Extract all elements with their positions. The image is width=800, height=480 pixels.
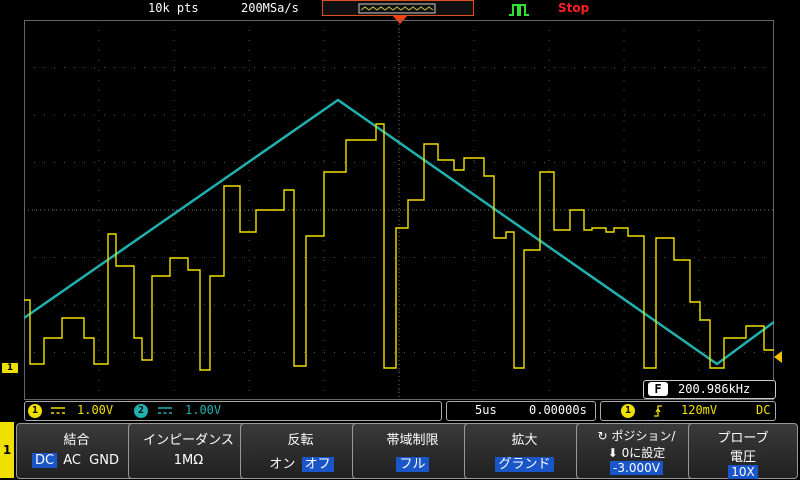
horizontal-position: 0.00000s xyxy=(529,403,587,417)
rotate-knob-icon: ↻ xyxy=(597,429,608,443)
coupling-title: 結合 xyxy=(63,433,90,448)
knob-press-icon: ⬇ xyxy=(607,446,618,460)
position-title: ポジション/ xyxy=(611,429,676,443)
timebase-status[interactable]: 5us 0.00000s xyxy=(446,401,596,421)
coupling-option-dc[interactable]: DC xyxy=(32,453,58,468)
ch1-offset-marker[interactable]: 1 xyxy=(2,363,18,373)
probe-button[interactable]: プローブ 電圧 10X xyxy=(688,423,798,479)
position-button[interactable]: ↻ ポジション/ ⬇ 0に設定 -3.000V xyxy=(576,423,697,479)
trigger-level-marker[interactable] xyxy=(774,351,782,363)
bandwidth-limit-button[interactable]: 帯域制限 フル xyxy=(352,423,473,479)
coupling-option-gnd[interactable]: GND xyxy=(87,453,121,468)
bandwidth-title: 帯域制限 xyxy=(386,433,439,448)
waveform-display[interactable] xyxy=(24,20,774,400)
invert-title: 反転 xyxy=(287,433,314,448)
probe-type: 電圧 xyxy=(729,450,756,465)
trigger-source-badge: 1 xyxy=(621,404,635,418)
menu-channel-tab[interactable]: 1 xyxy=(0,422,14,478)
dc-coupling-icon xyxy=(158,407,172,414)
frequency-icon: F xyxy=(648,382,668,396)
impedance-title: インピーダンス xyxy=(143,433,234,448)
expand-button[interactable]: 拡大 グランド xyxy=(464,423,585,479)
channel-status[interactable]: 1 1.00V 2 1.00V xyxy=(24,401,442,421)
trigger-coupling: DC xyxy=(756,403,771,417)
frequency-counter: F 200.986kHz xyxy=(643,380,776,399)
trigger-status[interactable]: 1 120mV DC xyxy=(600,401,776,421)
ch1-badge: 1 xyxy=(28,404,42,418)
trigger-mode-icon xyxy=(508,2,530,21)
sample-rate: 200MSa/s xyxy=(241,1,299,15)
probe-title: プローブ xyxy=(717,431,769,446)
ch2-badge: 2 xyxy=(134,404,148,418)
ch2-scale: 1.00V xyxy=(185,403,222,417)
memory-overview[interactable] xyxy=(322,0,474,16)
ch1-scale: 1.00V xyxy=(77,403,114,417)
impedance-button[interactable]: インピーダンス 1MΩ xyxy=(128,423,249,479)
position-value: -3.000V xyxy=(610,461,663,475)
invert-button[interactable]: 反転 オン オフ xyxy=(240,423,361,479)
memory-depth: 10k pts xyxy=(148,1,199,15)
rising-edge-icon xyxy=(654,405,662,417)
invert-option-on[interactable]: オン xyxy=(267,457,297,472)
timebase-scale: 5us xyxy=(475,403,497,417)
invert-option-off[interactable]: オフ xyxy=(301,457,334,472)
coupling-button[interactable]: 結合 DC AC GND xyxy=(16,423,137,479)
expand-value: グランド xyxy=(495,457,554,472)
coupling-option-ac[interactable]: AC xyxy=(61,453,83,468)
probe-value: 10X xyxy=(728,465,758,479)
position-reset-label: 0に設定 xyxy=(621,446,666,460)
impedance-value: 1MΩ xyxy=(173,453,204,468)
dc-coupling-icon xyxy=(51,407,65,414)
run-stop-status[interactable]: Stop xyxy=(558,1,589,15)
frequency-value: 200.986kHz xyxy=(678,382,751,396)
trigger-level: 120mV xyxy=(681,403,718,417)
expand-title: 拡大 xyxy=(511,433,538,448)
top-status-bar: 10k pts 200MSa/s Stop xyxy=(0,0,800,24)
bandwidth-value: フル xyxy=(396,457,429,472)
